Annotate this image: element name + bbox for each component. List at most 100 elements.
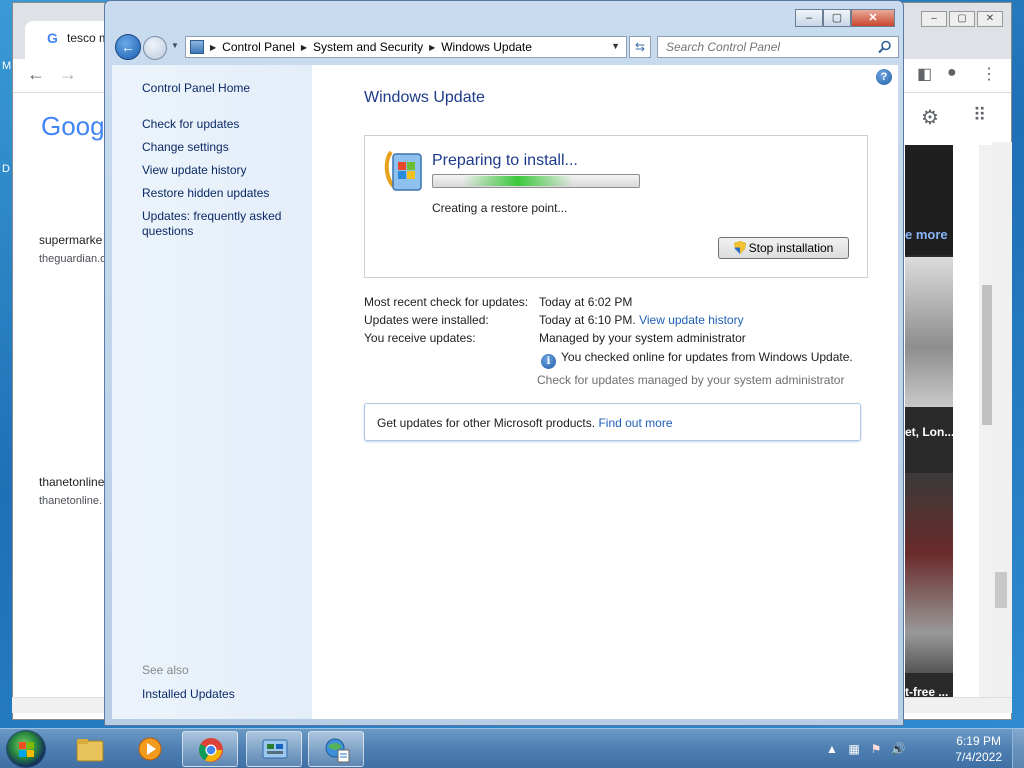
address-bar-row: ← ▼ ▶ Control Panel ▶ System and Securit… (113, 33, 899, 61)
gear-icon[interactable]: ⚙ (921, 105, 939, 130)
installed-value: Today at 6:10 PM. (539, 313, 636, 327)
search-icon[interactable] (878, 40, 892, 54)
back-arrow-icon[interactable]: ← (27, 64, 45, 85)
forward-arrow-icon[interactable]: → (59, 64, 77, 85)
image-thumbnail[interactable] (905, 473, 953, 673)
breadcrumb-arrow-icon[interactable]: ▶ (301, 40, 307, 54)
taskbar-explorer[interactable] (62, 731, 118, 767)
windows-update-window: – ▢ ✕ ← ▼ ▶ Control Panel ▶ System and S… (104, 0, 904, 726)
recent-check-value: Today at 6:02 PM (539, 295, 633, 309)
nav-check-for-updates[interactable]: Check for updates (142, 117, 302, 132)
search-input[interactable] (658, 37, 868, 57)
menu-dots-icon[interactable]: ⋮ (981, 64, 997, 84)
google-logo-text: Goog (41, 111, 105, 141)
stop-installation-button[interactable]: Stop installation (718, 237, 849, 259)
maximize-button[interactable]: ▢ (823, 9, 851, 27)
breadcrumb-windows-update[interactable]: Windows Update (441, 40, 532, 54)
search-result[interactable]: supermarke theguardian.c (39, 233, 106, 265)
update-status-panel: Preparing to install... Creating a resto… (364, 135, 868, 278)
network-icon[interactable]: ▦ (846, 741, 862, 757)
nav-updates-faq[interactable]: Updates: frequently asked questions (142, 209, 302, 239)
result-title: supermarke (39, 233, 103, 247)
nav-restore-hidden-updates[interactable]: Restore hidden updates (142, 186, 302, 201)
recent-pages-dropdown-icon[interactable]: ▼ (171, 41, 179, 50)
managed-subtext: Check for updates managed by your system… (537, 373, 845, 387)
windows-update-icon (384, 150, 422, 191)
breadcrumb-system-security[interactable]: System and Security (313, 40, 423, 54)
nav-view-update-history[interactable]: View update history (142, 163, 302, 178)
info-row-online-note: i You checked online for updates from Win… (541, 350, 853, 369)
breadcrumb-arrow-icon[interactable]: ▶ (210, 40, 216, 54)
start-button[interactable] (6, 730, 46, 768)
taskbar-media-player[interactable] (122, 731, 178, 767)
help-icon[interactable]: ? (876, 69, 892, 85)
google-logo[interactable]: Goog (41, 111, 105, 142)
search-box[interactable] (657, 36, 899, 58)
nav-control-panel-home[interactable]: Control Panel Home (142, 81, 302, 96)
taskbar-chrome[interactable] (182, 731, 238, 767)
scrollbar-thumb[interactable] (982, 285, 992, 425)
progress-indicator (463, 176, 573, 186)
page-title: Windows Update (364, 89, 485, 106)
result-source: thanetonline. (39, 495, 102, 507)
status-detail: Creating a restore point... (432, 201, 568, 215)
stop-installation-label: Stop installation (748, 241, 834, 255)
page-scrollbar[interactable] (992, 142, 1012, 697)
minimize-icon[interactable]: – (921, 11, 947, 27)
folder-icon (76, 739, 104, 762)
nav-installed-updates[interactable]: Installed Updates (142, 687, 302, 702)
profile-icon[interactable]: ● (947, 64, 957, 82)
nav-change-settings[interactable]: Change settings (142, 140, 302, 155)
action-center-icon[interactable]: ⚑ (868, 741, 884, 757)
show-hidden-icons-icon[interactable]: ▲ (824, 741, 840, 757)
clock[interactable]: 6:19 PM 7/4/2022 (955, 733, 1002, 765)
windows-logo-icon (19, 742, 34, 757)
clock-date: 7/4/2022 (955, 750, 1002, 764)
taskbar-windows-update[interactable] (308, 731, 364, 767)
control-panel-icon (262, 739, 288, 759)
apps-grid-icon[interactable]: ⠿ (973, 105, 986, 126)
show-desktop-button[interactable] (1012, 729, 1024, 768)
volume-icon[interactable]: 🔊 (890, 741, 906, 757)
taskbar-control-panel[interactable] (246, 731, 302, 767)
scrollbar-thumb[interactable] (995, 572, 1007, 608)
maximize-icon[interactable]: ▢ (949, 11, 975, 27)
control-panel-icon (190, 40, 204, 54)
close-icon[interactable]: ✕ (977, 11, 1003, 27)
refresh-icon[interactable]: ⇆ (629, 36, 651, 58)
system-tray: ▲ ▦ ⚑ 🔊 6:19 PM 7/4/2022 (824, 729, 1024, 768)
image-results-strip: e more et, Lon... t-free ... (905, 145, 953, 700)
ms-products-text: Get updates for other Microsoft products… (377, 416, 596, 430)
chrome-icon (198, 738, 223, 762)
clock-time: 6:19 PM (956, 734, 1001, 748)
more-link[interactable]: e more (905, 227, 948, 242)
sidepanel-icon[interactable]: ◧ (917, 64, 932, 84)
minimize-button[interactable]: – (795, 9, 823, 27)
receive-label: You receive updates: (364, 331, 476, 345)
breadcrumb-control-panel[interactable]: Control Panel (222, 40, 295, 54)
installed-label: Updates were installed: (364, 313, 489, 327)
see-also-heading: See also (142, 663, 189, 677)
media-player-icon (138, 737, 162, 761)
address-dropdown-icon[interactable]: ▼ (611, 41, 620, 51)
view-update-history-link[interactable]: View update history (639, 313, 744, 327)
ms-products-text-group: Get updates for other Microsoft products… (377, 416, 673, 430)
search-result[interactable]: thanetonline thanetonline. (39, 475, 104, 507)
image-thumbnail[interactable] (905, 257, 953, 407)
breadcrumb-arrow-icon[interactable]: ▶ (429, 40, 435, 54)
recent-check-label: Most recent check for updates: (364, 295, 529, 309)
desktop-label: D (2, 163, 10, 175)
status-heading: Preparing to install... (432, 152, 578, 169)
address-bar[interactable]: ▶ Control Panel ▶ System and Security ▶ … (185, 36, 627, 58)
find-out-more-link[interactable]: Find out more (598, 416, 672, 430)
receive-value: Managed by your system administrator (539, 331, 746, 345)
image-caption: et, Lon... (905, 425, 953, 439)
close-button[interactable]: ✕ (851, 9, 895, 27)
back-button[interactable]: ← (115, 34, 141, 60)
result-source: theguardian.c (39, 253, 106, 265)
forward-button[interactable] (143, 36, 167, 60)
left-navigation-pane: Control Panel Home Check for updates Cha… (112, 65, 312, 719)
microsoft-products-panel: Get updates for other Microsoft products… (364, 403, 861, 441)
desktop-label: M (2, 60, 12, 72)
google-favicon: G (47, 30, 58, 46)
